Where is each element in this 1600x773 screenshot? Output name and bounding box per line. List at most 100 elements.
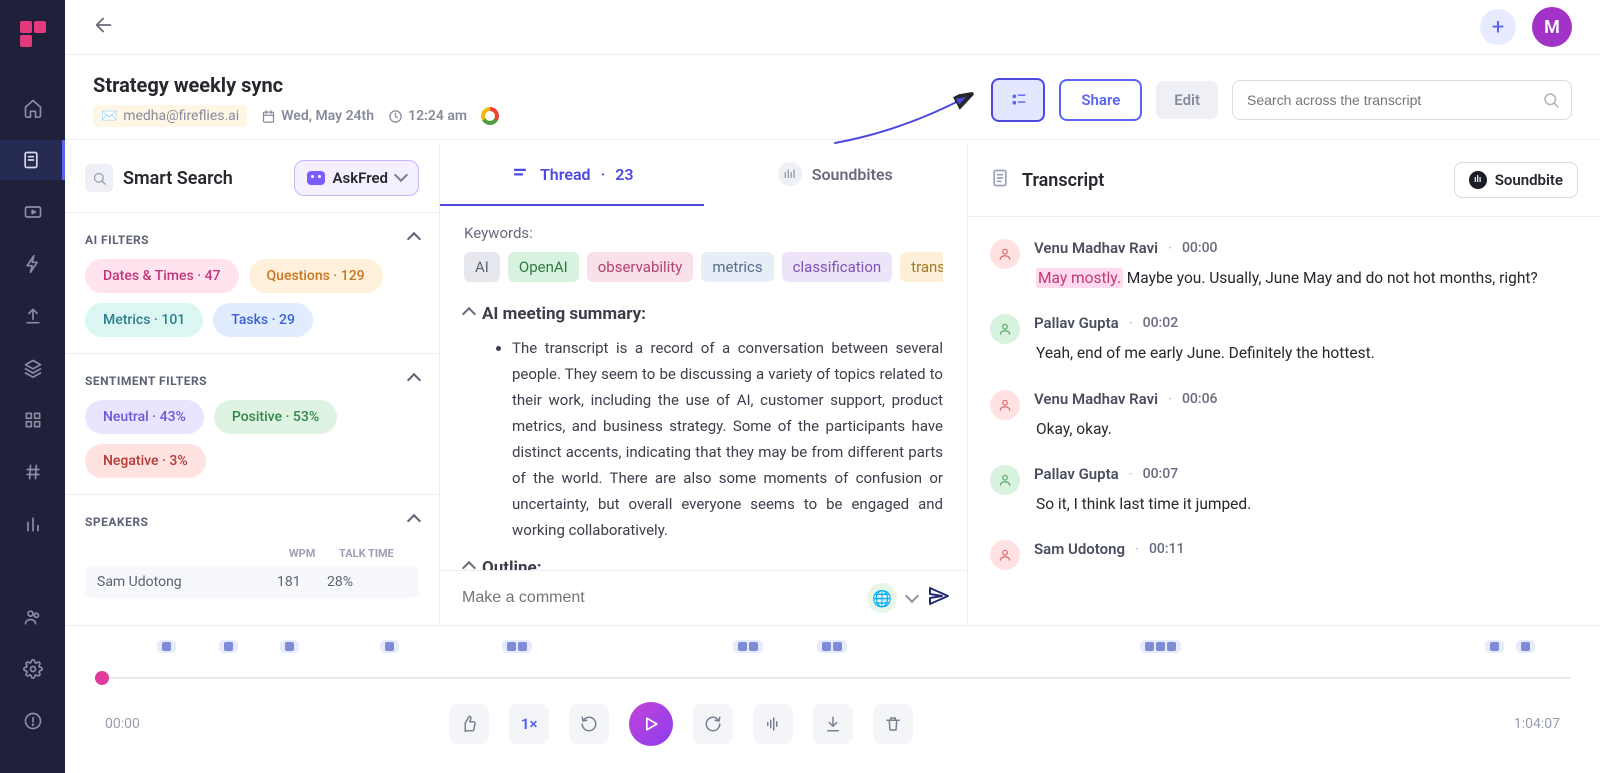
meta-time: 12:24 am — [388, 108, 467, 124]
thread-panel: Thread·23 ılıl Soundbites Keywords: AI Op… — [440, 144, 968, 625]
nav-notes[interactable] — [0, 140, 65, 180]
keyword-chip[interactable]: observability — [587, 252, 694, 282]
nav-upload[interactable] — [13, 296, 53, 336]
forward-15-button[interactable] — [693, 704, 733, 744]
speaker-avatar — [990, 465, 1020, 495]
timeline-marker[interactable] — [380, 640, 399, 653]
timeline-marker[interactable] — [157, 640, 176, 653]
timeline-marker[interactable] — [502, 640, 532, 653]
nav-home[interactable] — [13, 88, 53, 128]
transcript-entry[interactable]: Venu Madhav Ravi·00:00 May mostly. Maybe… — [990, 227, 1578, 302]
sentiment-chip[interactable]: Positive · 53% — [214, 400, 337, 434]
summary-bullet: The transcript is a record of a conversa… — [512, 336, 943, 544]
left-rail — [0, 0, 65, 773]
keyword-chip[interactable]: classification — [782, 252, 893, 282]
transcript-entry[interactable]: Pallav Gupta·00:07 So it, I think last t… — [990, 453, 1578, 528]
summary-toggle[interactable]: AI meeting summary: — [464, 304, 943, 324]
nav-layers[interactable] — [13, 348, 53, 388]
share-button[interactable]: Share — [1059, 79, 1142, 121]
send-button[interactable] — [927, 584, 951, 612]
nav-bolt[interactable] — [13, 244, 53, 284]
nav-settings[interactable] — [13, 649, 53, 689]
outline-toggle[interactable]: Outline: — [464, 558, 943, 571]
speaker-avatar — [990, 540, 1020, 570]
timeline-marker[interactable] — [1485, 640, 1504, 653]
speaker-avatar — [990, 314, 1020, 344]
filter-chip[interactable]: Questions · 129 — [249, 259, 383, 293]
timeline-marker[interactable] — [733, 640, 763, 653]
keyword-chip[interactable]: OpenAI — [508, 252, 579, 282]
smart-search-title: Smart Search — [123, 168, 284, 189]
user-avatar[interactable]: M — [1532, 7, 1572, 47]
ai-filters-header[interactable]: AI FILTERS — [85, 225, 419, 259]
edit-button[interactable]: Edit — [1156, 81, 1218, 119]
chevron-up-icon — [409, 233, 419, 247]
thumbs-up-button[interactable] — [449, 704, 489, 744]
speaker-avatar — [990, 239, 1020, 269]
sentiment-chip[interactable]: Neutral · 43% — [85, 400, 204, 434]
keyword-chip[interactable]: AI — [464, 252, 500, 282]
transcript-search-input[interactable] — [1232, 80, 1572, 120]
playhead[interactable] — [95, 671, 109, 685]
visibility-toggle[interactable]: 🌐 — [867, 583, 897, 613]
timeline-marker[interactable] — [280, 640, 299, 653]
tab-thread[interactable]: Thread·23 — [440, 144, 704, 206]
rewind-5-button[interactable] — [569, 704, 609, 744]
meeting-info-button[interactable] — [991, 78, 1045, 122]
chevron-down-icon[interactable] — [907, 589, 917, 608]
comment-bar: 🌐 — [440, 570, 967, 625]
timeline-marker[interactable] — [1516, 640, 1535, 653]
chevron-up-icon — [409, 374, 419, 388]
nav-analytics[interactable] — [13, 504, 53, 544]
speakers-header[interactable]: SPEAKERS — [85, 507, 419, 541]
nav-apps[interactable] — [13, 400, 53, 440]
download-button[interactable] — [813, 704, 853, 744]
back-button[interactable] — [93, 14, 115, 40]
add-button[interactable]: + — [1480, 9, 1516, 45]
nav-hash[interactable] — [13, 452, 53, 492]
speaker-avatar — [990, 390, 1020, 420]
time-start: 00:00 — [105, 716, 140, 732]
chevron-up-icon — [409, 515, 419, 529]
time-end: 1:04:07 — [1514, 716, 1560, 732]
soundbite-button[interactable]: ılıSoundbite — [1454, 162, 1578, 198]
transcript-panel: Transcript ılıSoundbite Venu Madhav Ravi… — [968, 144, 1600, 625]
keyword-chip[interactable]: transparency — [900, 252, 943, 282]
transcript-title: Transcript — [1022, 170, 1442, 191]
keywords-label: Keywords: — [464, 224, 943, 242]
comment-input[interactable] — [456, 583, 857, 613]
play-button[interactable] — [629, 702, 673, 746]
tab-soundbites[interactable]: ılıl Soundbites — [704, 144, 968, 206]
transcript-entry[interactable]: Sam Udotong·00:11 — [990, 528, 1578, 582]
nav-media[interactable] — [13, 192, 53, 232]
timeline-marker[interactable] — [1140, 640, 1181, 653]
timeline-marker[interactable] — [817, 640, 847, 653]
chrome-icon — [481, 107, 499, 125]
timeline-marker[interactable] — [219, 640, 238, 653]
nav-team[interactable] — [13, 597, 53, 637]
filter-chip[interactable]: Tasks · 29 — [213, 303, 313, 337]
nav-help[interactable] — [13, 701, 53, 741]
logo-icon — [19, 20, 47, 48]
speaker-row[interactable]: Sam Udotong18128% — [85, 566, 419, 598]
sentiment-chip[interactable]: Negative · 3% — [85, 444, 206, 478]
speed-button[interactable]: 1× — [509, 704, 549, 744]
page-title: Strategy weekly sync — [93, 73, 499, 97]
playbar[interactable] — [95, 674, 1570, 682]
keyword-chip[interactable]: metrics — [701, 252, 773, 282]
askfred-button[interactable]: AskFred — [294, 160, 419, 196]
talktime-header: TALK TIME — [339, 547, 419, 560]
transcript-entry[interactable]: Venu Madhav Ravi·00:06 Okay, okay. — [990, 378, 1578, 453]
soundbites-icon: ılıl — [778, 162, 802, 186]
waveform-button[interactable] — [753, 704, 793, 744]
sentiment-filters-header[interactable]: SENTIMENT FILTERS — [85, 366, 419, 400]
filter-chip[interactable]: Metrics · 101 — [85, 303, 203, 337]
chevron-up-icon — [464, 558, 474, 571]
thread-icon — [510, 164, 530, 184]
search-icon[interactable] — [85, 164, 113, 192]
delete-button[interactable] — [873, 704, 913, 744]
fred-icon — [307, 171, 325, 185]
transcript-entry[interactable]: Pallav Gupta·00:02 Yeah, end of me early… — [990, 302, 1578, 377]
wpm-header: WPM — [289, 547, 339, 560]
filter-chip[interactable]: Dates & Times · 47 — [85, 259, 239, 293]
